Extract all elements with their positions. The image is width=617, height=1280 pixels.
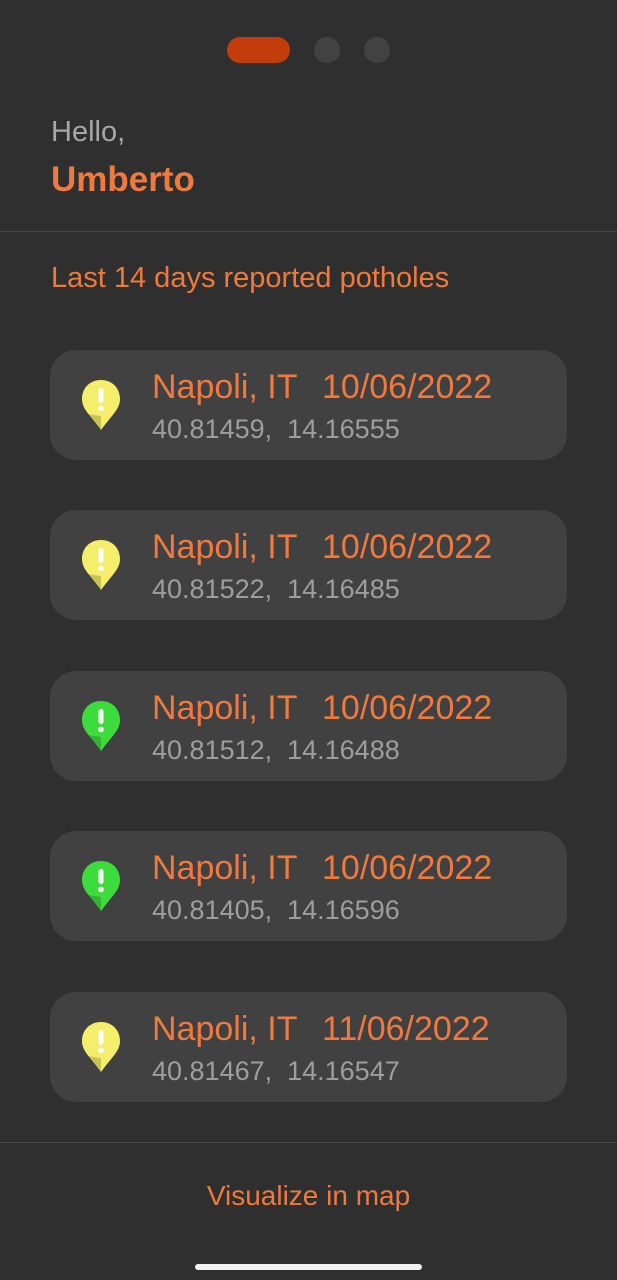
- report-card[interactable]: Napoli, IT 11/06/2022 40.81467, 14.16547: [50, 992, 567, 1102]
- page-dot[interactable]: [314, 37, 340, 63]
- yellow-warning-pin-icon: [82, 380, 120, 430]
- report-coordinates: 40.81512, 14.16488: [152, 735, 400, 765]
- report-coordinates: 40.81459, 14.16555: [152, 414, 400, 444]
- report-date: 11/06/2022: [322, 1010, 490, 1048]
- greeting-text: Hello,: [51, 116, 126, 148]
- report-place: Napoli, IT: [152, 1010, 298, 1048]
- report-card[interactable]: Napoli, IT 10/06/2022 40.81512, 14.16488: [50, 671, 567, 781]
- divider: [0, 1142, 617, 1143]
- app-screen: Hello, Umberto Last 14 days reported pot…: [0, 0, 617, 1280]
- divider: [0, 231, 617, 232]
- page-dot-active[interactable]: [227, 37, 290, 63]
- report-place: Napoli, IT: [152, 368, 298, 406]
- yellow-warning-pin-icon: [82, 540, 120, 590]
- visualize-in-map-button[interactable]: Visualize in map: [0, 1180, 617, 1212]
- page-dot[interactable]: [364, 37, 390, 63]
- report-date: 10/06/2022: [322, 368, 493, 406]
- home-indicator[interactable]: [195, 1264, 422, 1270]
- report-card[interactable]: Napoli, IT 10/06/2022 40.81459, 14.16555: [50, 350, 567, 460]
- page-indicator: [0, 37, 617, 63]
- report-coordinates: 40.81522, 14.16485: [152, 574, 400, 604]
- report-date: 10/06/2022: [322, 849, 493, 887]
- report-place: Napoli, IT: [152, 528, 298, 566]
- report-coordinates: 40.81467, 14.16547: [152, 1056, 400, 1086]
- section-title: Last 14 days reported potholes: [51, 262, 450, 294]
- report-date: 10/06/2022: [322, 528, 493, 566]
- username: Umberto: [51, 160, 195, 199]
- report-date: 10/06/2022: [322, 689, 493, 727]
- report-coordinates: 40.81405, 14.16596: [152, 895, 400, 925]
- report-card[interactable]: Napoli, IT 10/06/2022 40.81522, 14.16485: [50, 510, 567, 620]
- report-place: Napoli, IT: [152, 689, 298, 727]
- green-warning-pin-icon: [82, 701, 120, 751]
- report-place: Napoli, IT: [152, 849, 298, 887]
- yellow-warning-pin-icon: [82, 1022, 120, 1072]
- green-warning-pin-icon: [82, 861, 120, 911]
- report-card[interactable]: Napoli, IT 10/06/2022 40.81405, 14.16596: [50, 831, 567, 941]
